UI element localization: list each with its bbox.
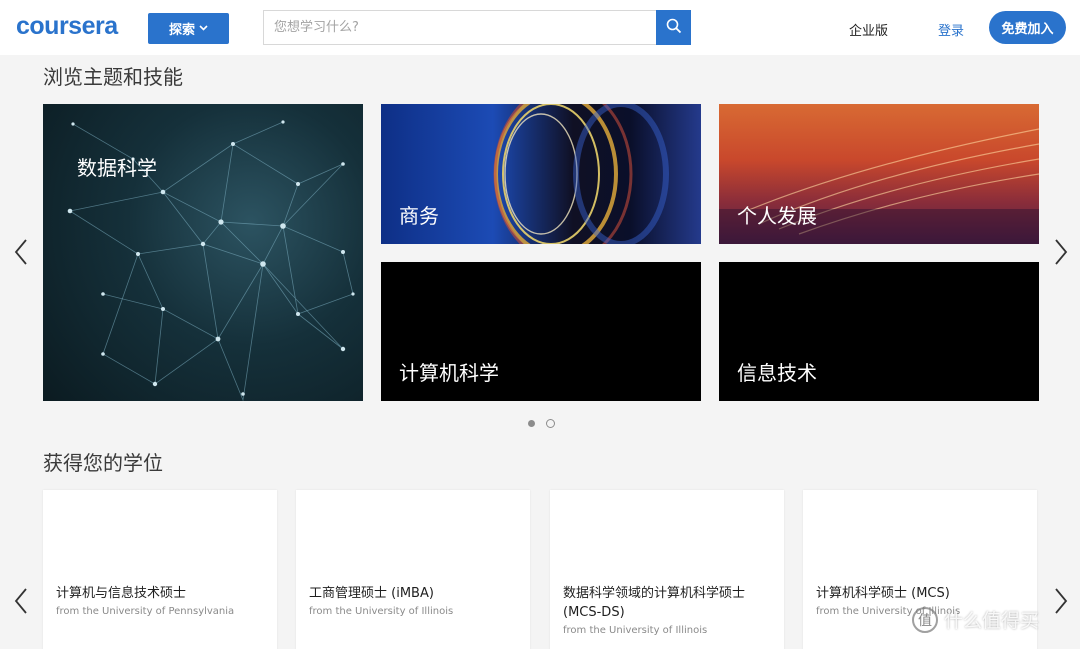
degree-card[interactable]: 计算机与信息技术硕士 from the University of Pennsy…: [43, 490, 277, 649]
chevron-right-icon: [1055, 239, 1068, 265]
enterprise-link[interactable]: 企业版: [849, 20, 888, 39]
topic-tile-computer-science[interactable]: 计算机科学: [381, 262, 701, 401]
search-icon: [666, 18, 682, 38]
degree-card[interactable]: 工商管理硕士 (iMBA) from the University of Ill…: [296, 490, 530, 649]
topic-tile-business[interactable]: 商务: [381, 104, 701, 244]
topic-label: 数据科学: [77, 156, 157, 180]
degree-university: from the University of Illinois: [563, 625, 708, 636]
degree-title: 计算机与信息技术硕士: [56, 586, 187, 601]
watermark-logo-icon: 值: [912, 606, 938, 633]
topic-tile-information-technology[interactable]: 信息技术: [719, 262, 1039, 401]
watermark-text: 什么值得买: [944, 610, 1040, 632]
site-watermark: 值 什么值得买: [912, 606, 1039, 633]
degree-title: 计算机科学硕士 (MCS): [816, 586, 950, 601]
chevron-left-icon: [14, 588, 27, 614]
login-link[interactable]: 登录: [938, 20, 964, 39]
top-navigation-bar: coursera 探索 企业版 登录 免费加入: [0, 0, 1080, 55]
explore-button[interactable]: 探索: [148, 13, 229, 44]
topic-label: 信息技术: [737, 361, 817, 385]
carousel-dot-active[interactable]: [528, 420, 535, 427]
topic-tile-data-science[interactable]: 数据科学: [43, 104, 363, 401]
degree-card[interactable]: 数据科学领域的计算机科学硕士 (MCS-DS) from the Univers…: [550, 490, 784, 649]
chevron-down-icon: [199, 23, 208, 34]
topic-label: 商务: [399, 204, 439, 228]
degree-title: 工商管理硕士 (iMBA): [309, 586, 434, 601]
degree-university: from the University of Pennsylvania: [56, 606, 235, 617]
explore-label: 探索: [168, 23, 195, 38]
join-free-button[interactable]: 免费加入: [989, 11, 1066, 44]
search-button[interactable]: [656, 10, 691, 45]
degree-university: from the University of Illinois: [309, 606, 454, 617]
coursera-logo[interactable]: coursera: [16, 12, 118, 41]
degrees-next-arrow[interactable]: [1050, 583, 1072, 619]
degree-title: 数据科学领域的计算机科学硕士 (MCS-DS): [563, 586, 746, 620]
chevron-right-icon: [1055, 588, 1068, 614]
degrees-prev-arrow[interactable]: [10, 583, 32, 619]
degrees-section-title: 获得您的学位: [43, 451, 163, 475]
network-graphic: [67, 120, 355, 401]
chevron-left-icon: [14, 239, 27, 265]
topic-label: 个人发展: [737, 204, 817, 228]
carousel-dot[interactable]: [546, 419, 555, 428]
topic-tile-personal-development[interactable]: 个人发展: [719, 104, 1039, 244]
topics-section-title: 浏览主题和技能: [43, 65, 183, 89]
search-input[interactable]: [263, 10, 657, 45]
topics-prev-arrow[interactable]: [10, 234, 32, 270]
topic-label: 计算机科学: [399, 361, 499, 385]
topics-next-arrow[interactable]: [1050, 234, 1072, 270]
